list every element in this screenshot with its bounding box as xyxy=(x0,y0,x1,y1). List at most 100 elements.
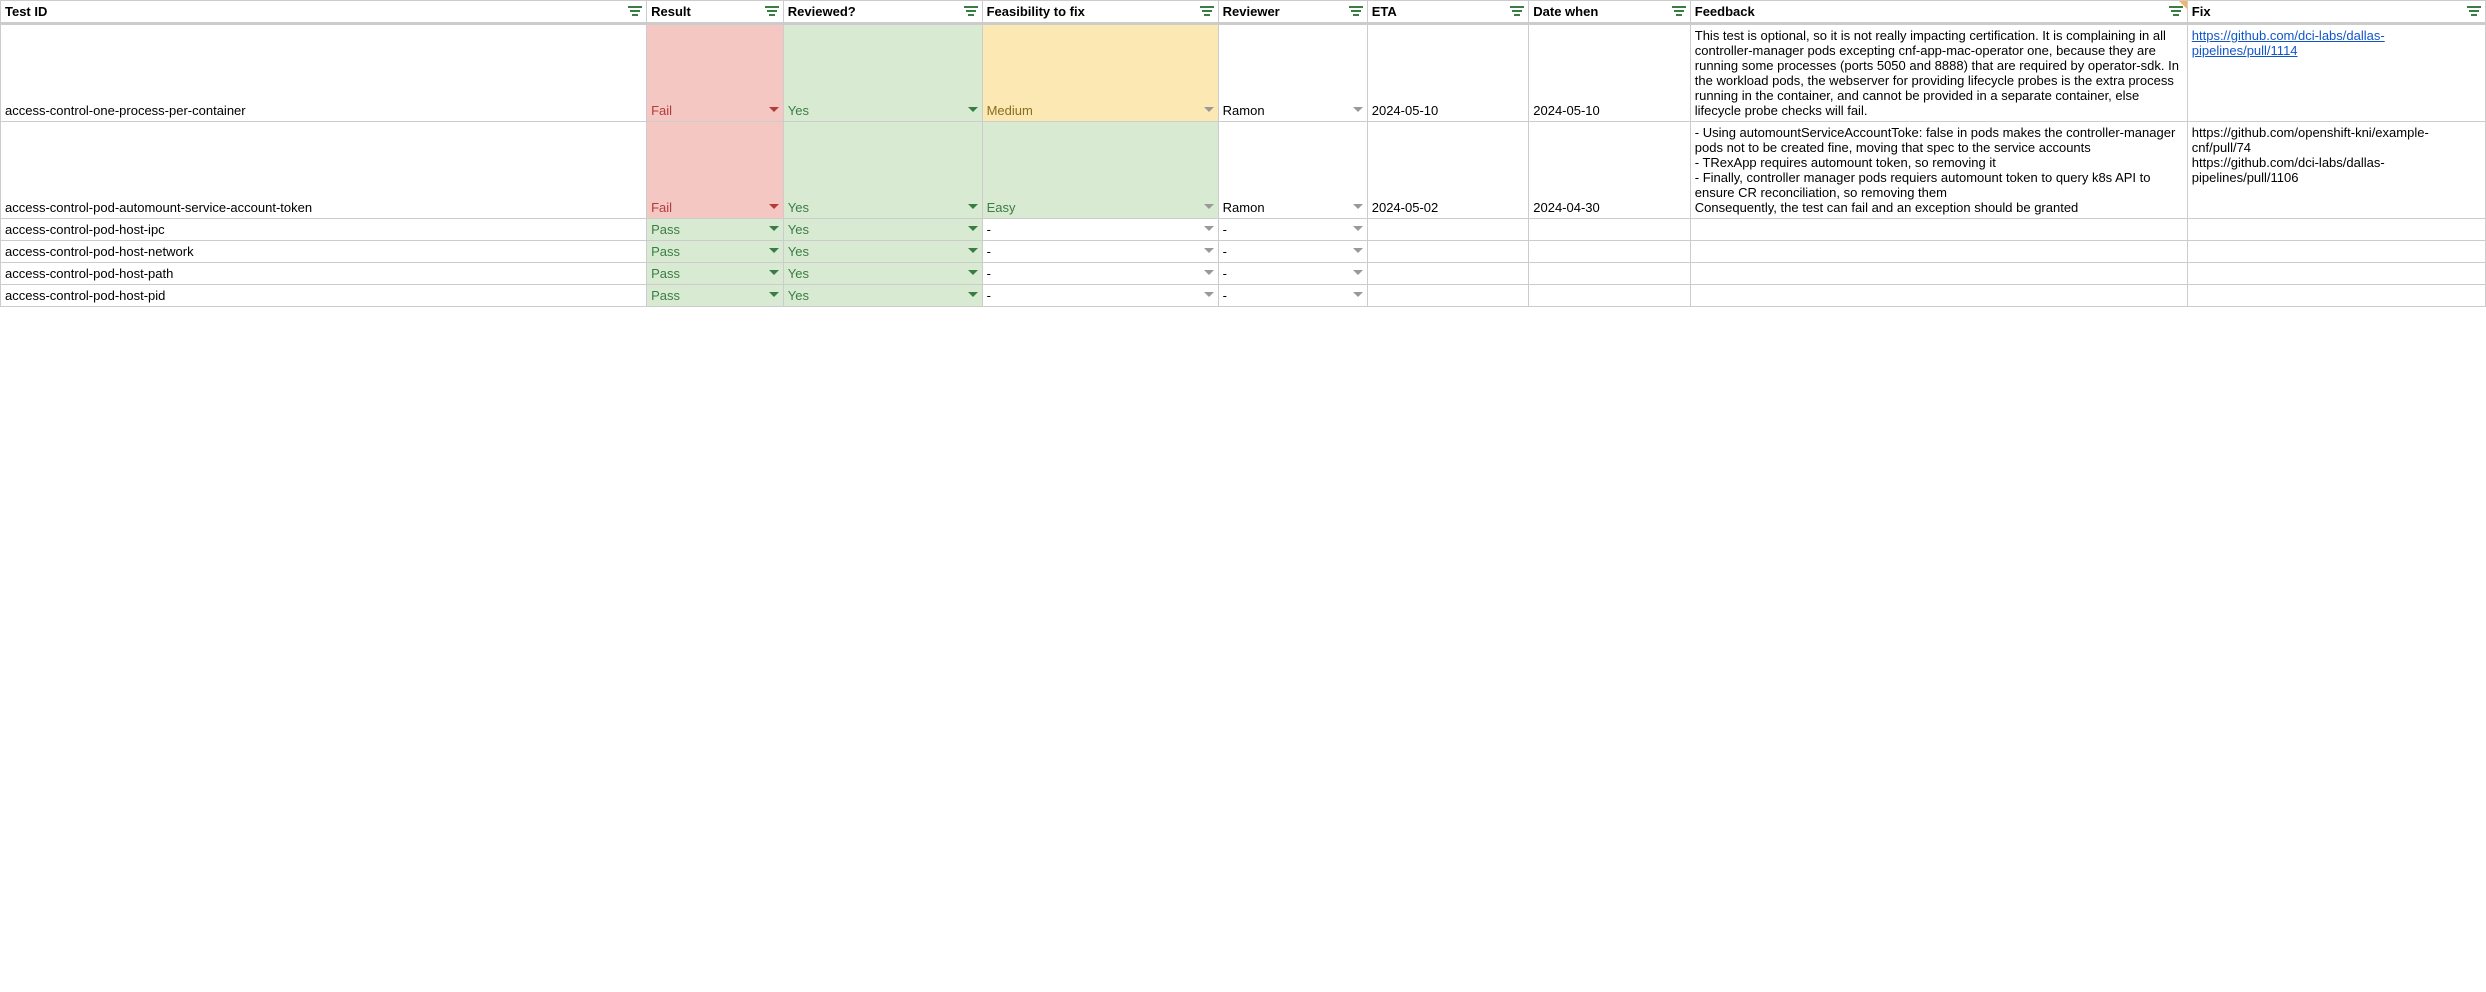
cell-fix[interactable] xyxy=(2187,219,2485,241)
chevron-down-icon[interactable] xyxy=(1353,204,1363,209)
chevron-down-icon[interactable] xyxy=(968,107,978,112)
chevron-down-icon[interactable] xyxy=(968,248,978,253)
chevron-down-icon[interactable] xyxy=(1204,226,1214,231)
cell-date-when[interactable] xyxy=(1529,285,1691,307)
cell-eta[interactable] xyxy=(1367,219,1529,241)
chevron-down-icon[interactable] xyxy=(769,292,779,297)
filter-icon[interactable] xyxy=(628,4,642,18)
cell-fix[interactable]: https://github.com/openshift-kni/example… xyxy=(2187,122,2485,219)
cell-eta[interactable] xyxy=(1367,285,1529,307)
cell-feedback[interactable] xyxy=(1690,219,2187,241)
filter-icon[interactable] xyxy=(1510,4,1524,18)
cell-eta[interactable] xyxy=(1367,263,1529,285)
cell-test-id[interactable]: access-control-pod-host-ipc xyxy=(1,219,647,241)
cell-reviewer[interactable]: Ramon xyxy=(1218,122,1367,219)
cell-fix[interactable] xyxy=(2187,285,2485,307)
table-row: access-control-pod-host-networkPassYes-- xyxy=(1,241,2486,263)
chevron-down-icon[interactable] xyxy=(1204,107,1214,112)
chevron-down-icon[interactable] xyxy=(1204,204,1214,209)
cell-reviewer[interactable]: - xyxy=(1218,241,1367,263)
cell-fix[interactable] xyxy=(2187,263,2485,285)
chevron-down-icon[interactable] xyxy=(968,204,978,209)
cell-test-id[interactable]: access-control-pod-host-path xyxy=(1,263,647,285)
cell-reviewed[interactable]: Yes xyxy=(783,263,982,285)
cell-reviewed[interactable]: Yes xyxy=(783,219,982,241)
cell-eta[interactable]: 2024-05-02 xyxy=(1367,122,1529,219)
cell-reviewer[interactable]: - xyxy=(1218,219,1367,241)
col-reviewer[interactable]: Reviewer xyxy=(1218,1,1367,24)
chevron-down-icon[interactable] xyxy=(769,107,779,112)
cell-reviewed[interactable]: Yes xyxy=(783,24,982,122)
cell-reviewed[interactable]: Yes xyxy=(783,285,982,307)
cell-result[interactable]: Pass xyxy=(647,219,784,241)
cell-date-when[interactable]: 2024-05-10 xyxy=(1529,24,1691,122)
header-label: Date when xyxy=(1533,4,1598,19)
cell-reviewed[interactable]: Yes xyxy=(783,241,982,263)
cell-feasibility[interactable]: Medium xyxy=(982,24,1218,122)
filter-icon[interactable] xyxy=(1200,4,1214,18)
filter-icon[interactable] xyxy=(765,4,779,18)
cell-test-id[interactable]: access-control-pod-automount-service-acc… xyxy=(1,122,647,219)
cell-result[interactable]: Pass xyxy=(647,241,784,263)
cell-feasibility[interactable]: - xyxy=(982,285,1218,307)
chevron-down-icon[interactable] xyxy=(968,292,978,297)
cell-feedback[interactable]: This test is optional, so it is not real… xyxy=(1690,24,2187,122)
cell-date-when[interactable] xyxy=(1529,263,1691,285)
chevron-down-icon[interactable] xyxy=(1353,107,1363,112)
cell-test-id[interactable]: access-control-pod-host-network xyxy=(1,241,647,263)
cell-eta[interactable] xyxy=(1367,241,1529,263)
cell-feedback[interactable]: - Using automountServiceAccountToke: fal… xyxy=(1690,122,2187,219)
chevron-down-icon[interactable] xyxy=(1353,292,1363,297)
cell-reviewer[interactable]: - xyxy=(1218,263,1367,285)
chevron-down-icon[interactable] xyxy=(968,270,978,275)
col-eta[interactable]: ETA xyxy=(1367,1,1529,24)
col-feedback[interactable]: Feedback xyxy=(1690,1,2187,24)
cell-test-id[interactable]: access-control-pod-host-pid xyxy=(1,285,647,307)
cell-fix[interactable]: https://github.com/dci-labs/dallas-pipel… xyxy=(2187,24,2485,122)
cell-date-when[interactable] xyxy=(1529,219,1691,241)
cell-test-id[interactable]: access-control-one-process-per-container xyxy=(1,24,647,122)
chevron-down-icon[interactable] xyxy=(1353,270,1363,275)
col-fix[interactable]: Fix xyxy=(2187,1,2485,24)
col-date-when[interactable]: Date when xyxy=(1529,1,1691,24)
cell-feasibility[interactable]: - xyxy=(982,263,1218,285)
filter-icon[interactable] xyxy=(1349,4,1363,18)
chevron-down-icon[interactable] xyxy=(1204,270,1214,275)
cell-feedback[interactable] xyxy=(1690,263,2187,285)
filter-icon[interactable] xyxy=(2467,4,2481,18)
col-feasibility[interactable]: Feasibility to fix xyxy=(982,1,1218,24)
col-reviewed[interactable]: Reviewed? xyxy=(783,1,982,24)
cell-feasibility[interactable]: - xyxy=(982,219,1218,241)
cell-reviewer[interactable]: - xyxy=(1218,285,1367,307)
chevron-down-icon[interactable] xyxy=(1204,248,1214,253)
cell-reviewed[interactable]: Yes xyxy=(783,122,982,219)
chevron-down-icon[interactable] xyxy=(1353,248,1363,253)
cell-date-when[interactable]: 2024-04-30 xyxy=(1529,122,1691,219)
cell-result[interactable]: Pass xyxy=(647,263,784,285)
cell-fix[interactable] xyxy=(2187,241,2485,263)
filter-icon[interactable] xyxy=(2169,4,2183,18)
cell-date-when[interactable] xyxy=(1529,241,1691,263)
filter-icon[interactable] xyxy=(964,4,978,18)
cell-text: 2024-05-02 xyxy=(1372,200,1439,215)
chevron-down-icon[interactable] xyxy=(1353,226,1363,231)
cell-feasibility[interactable]: Easy xyxy=(982,122,1218,219)
chevron-down-icon[interactable] xyxy=(1204,292,1214,297)
chevron-down-icon[interactable] xyxy=(769,204,779,209)
cell-feedback[interactable] xyxy=(1690,285,2187,307)
filter-icon[interactable] xyxy=(1672,4,1686,18)
cell-feasibility[interactable]: - xyxy=(982,241,1218,263)
col-result[interactable]: Result xyxy=(647,1,784,24)
fix-link[interactable]: https://github.com/dci-labs/dallas-pipel… xyxy=(2192,28,2385,58)
chevron-down-icon[interactable] xyxy=(968,226,978,231)
cell-result[interactable]: Fail xyxy=(647,122,784,219)
chevron-down-icon[interactable] xyxy=(769,270,779,275)
cell-result[interactable]: Pass xyxy=(647,285,784,307)
cell-result[interactable]: Fail xyxy=(647,24,784,122)
chevron-down-icon[interactable] xyxy=(769,248,779,253)
cell-reviewer[interactable]: Ramon xyxy=(1218,24,1367,122)
cell-eta[interactable]: 2024-05-10 xyxy=(1367,24,1529,122)
cell-feedback[interactable] xyxy=(1690,241,2187,263)
chevron-down-icon[interactable] xyxy=(769,226,779,231)
col-test-id[interactable]: Test ID xyxy=(1,1,647,24)
